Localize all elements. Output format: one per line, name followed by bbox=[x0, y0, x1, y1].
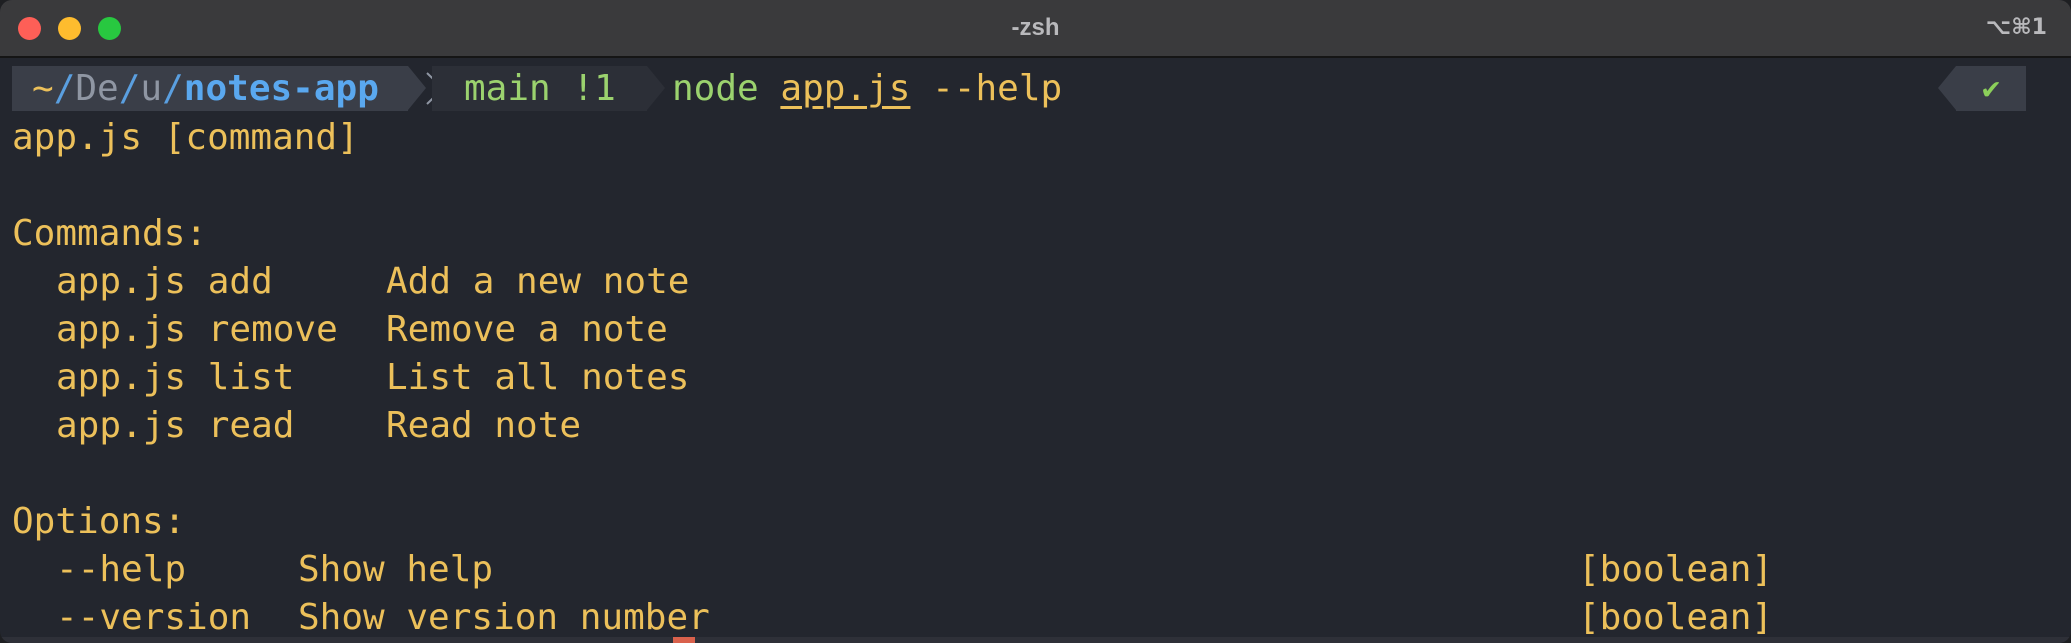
git-status: !1 bbox=[572, 68, 616, 109]
window-title: -zsh bbox=[1011, 14, 1060, 41]
option-type-version: [boolean] bbox=[1578, 597, 1774, 638]
cursor-marker bbox=[673, 637, 695, 643]
terminal-window: -zsh ⌥⌘1 ~/De/u/notes-app main !1 node a… bbox=[0, 0, 2071, 643]
dir-part-1: De bbox=[75, 68, 119, 109]
option-type-help: [boolean] bbox=[1578, 549, 1774, 590]
command-flag-arg: --help bbox=[932, 68, 1063, 109]
check-icon: ✔ bbox=[1956, 66, 2026, 111]
command-name-read: app.js read bbox=[56, 405, 295, 446]
segment-separator-arrow bbox=[647, 66, 665, 110]
command-desc-add: Add a new note bbox=[386, 261, 690, 302]
git-branch: main bbox=[464, 68, 551, 109]
prompt-directory-segment: ~/De/u/notes-app bbox=[12, 66, 408, 111]
command-name: node bbox=[672, 68, 759, 109]
command-name-add: app.js add bbox=[56, 261, 273, 302]
prompt-line: ~/De/u/notes-app main !1 node app.js --h… bbox=[12, 66, 2062, 111]
commands-heading: Commands: bbox=[12, 213, 208, 254]
command-desc-remove: Remove a note bbox=[386, 309, 668, 350]
title-bar[interactable]: -zsh ⌥⌘1 bbox=[0, 0, 2071, 58]
terminal-content[interactable]: ~/De/u/notes-app main !1 node app.js --h… bbox=[0, 58, 2071, 643]
command-name-list: app.js list bbox=[56, 357, 295, 398]
status-separator-arrow bbox=[1938, 66, 1956, 110]
option-desc-help: Show help bbox=[298, 549, 494, 590]
command-desc-read: Read note bbox=[386, 405, 582, 446]
command-name-remove: app.js remove bbox=[56, 309, 338, 350]
home-tilde: ~ bbox=[32, 68, 54, 109]
command-file-arg: app.js bbox=[780, 68, 911, 109]
options-heading: Options: bbox=[12, 501, 186, 542]
option-flag-help: --help bbox=[56, 549, 187, 590]
command-desc-list: List all notes bbox=[386, 357, 690, 398]
bottom-scrollbar[interactable] bbox=[0, 637, 2071, 643]
usage-line: app.js [command] bbox=[12, 117, 359, 158]
command-input[interactable]: node app.js --help bbox=[672, 66, 1062, 111]
current-directory: notes-app bbox=[183, 68, 379, 109]
prompt-git-segment: main !1 bbox=[432, 66, 647, 111]
option-flag-version: --version bbox=[56, 597, 252, 638]
window-shortcut: ⌥⌘1 bbox=[1985, 15, 2047, 40]
dir-part-2: u bbox=[140, 68, 163, 109]
option-desc-version: Show version number bbox=[298, 597, 710, 638]
